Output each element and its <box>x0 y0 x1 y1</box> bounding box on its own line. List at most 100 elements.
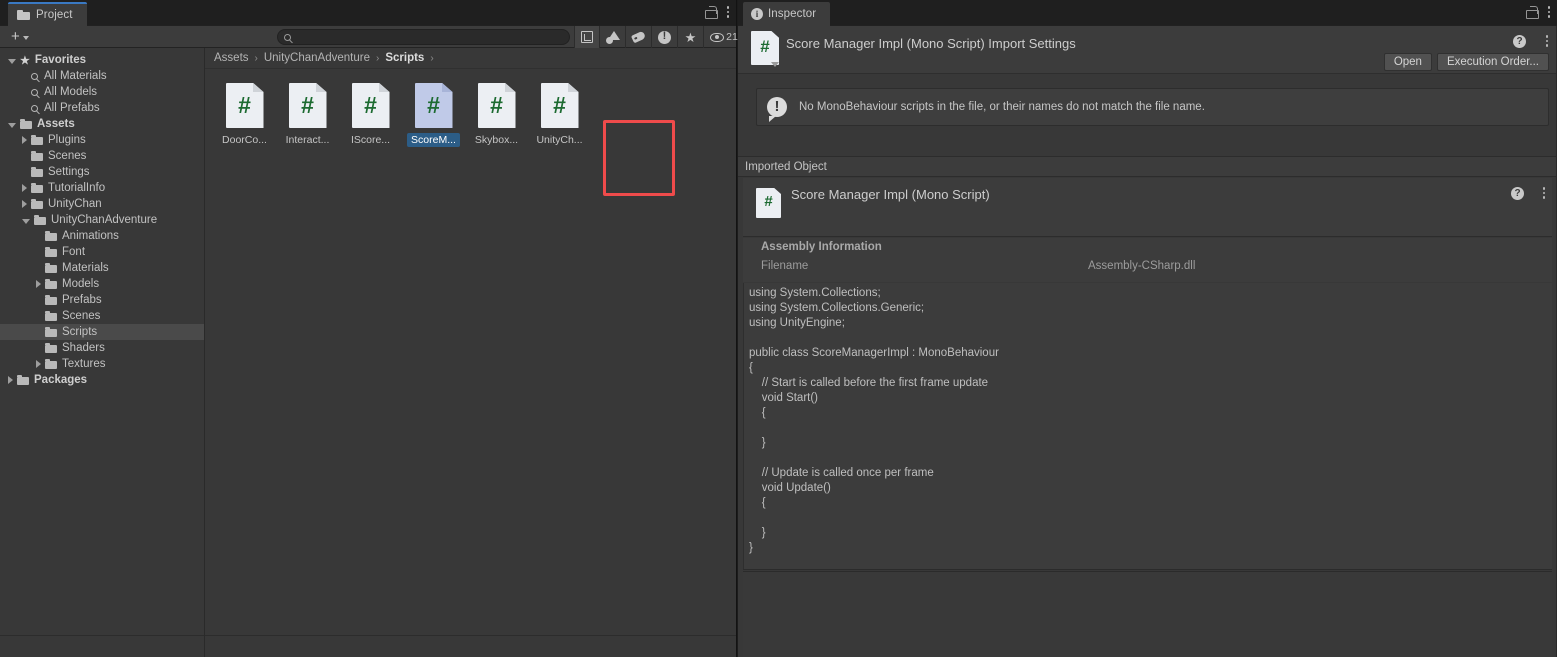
asset-item-label: UnityCh... <box>532 133 586 147</box>
tab-inspector[interactable]: i Inspector <box>743 2 830 26</box>
help-icon[interactable]: ? <box>1511 187 1524 200</box>
folder-icon <box>17 375 29 385</box>
tree-indent-spacer <box>22 88 27 96</box>
tree-item-label: Models <box>62 278 99 290</box>
tree-item-shaders[interactable]: Shaders <box>0 340 204 356</box>
chevron-down-icon[interactable] <box>8 123 16 128</box>
unity-editor-window: Project + ★ <box>0 0 1557 657</box>
chevron-right-icon[interactable] <box>36 360 41 368</box>
folder-icon <box>45 327 57 337</box>
page-title: Score Manager Impl (Mono Script) Import … <box>786 36 1076 51</box>
kebab-menu-icon[interactable] <box>1542 186 1546 200</box>
asset-item[interactable]: #IScore... <box>339 79 402 147</box>
tree-item-packages[interactable]: Packages <box>0 372 204 388</box>
hash-glyph: # <box>289 92 327 118</box>
chevron-right-icon[interactable] <box>22 184 27 192</box>
chevron-down-icon[interactable] <box>22 219 30 224</box>
imported-object-header-label: Imported Object <box>745 161 827 173</box>
search-input[interactable] <box>277 29 570 45</box>
chevron-right-icon[interactable] <box>22 200 27 208</box>
breadcrumb-separator-icon: › <box>255 53 258 64</box>
tree-item-prefabs[interactable]: Prefabs <box>0 292 204 308</box>
search-icon <box>284 34 291 41</box>
folder-icon <box>45 359 57 369</box>
breadcrumb-item-scripts[interactable]: Scripts <box>385 52 424 64</box>
folder-icon <box>31 167 43 177</box>
csharp-script-icon: # <box>541 83 579 128</box>
folder-icon <box>45 343 57 353</box>
asset-item[interactable]: # Interact... <box>276 79 339 147</box>
csharp-script-icon: # <box>478 83 516 128</box>
asset-item[interactable]: #Skybox... <box>465 79 528 147</box>
search-in-window-icon[interactable] <box>574 26 600 48</box>
asset-grid[interactable]: #DoorCo...#Interact...#IScore...#ScoreM.… <box>205 69 736 147</box>
csharp-script-icon: # <box>751 31 779 65</box>
asset-item[interactable]: #ScoreM... <box>402 79 465 147</box>
tree-item-all-models[interactable]: All Models <box>0 84 204 100</box>
inspector-panel: i Inspector # Score Manager Impl (Mono S… <box>738 0 1557 657</box>
tree-item-models[interactable]: Models <box>0 276 204 292</box>
tree-item-scripts[interactable]: Scripts <box>0 324 204 340</box>
tree-item-scenes[interactable]: Scenes <box>0 308 204 324</box>
kebab-menu-icon[interactable] <box>1547 5 1551 19</box>
chevron-right-icon[interactable] <box>36 280 41 288</box>
kebab-menu-icon[interactable] <box>726 5 730 19</box>
asset-type-filter-icon[interactable] <box>600 26 626 48</box>
folder-icon <box>31 183 43 193</box>
breadcrumb-item-assets[interactable]: Assets <box>214 52 249 64</box>
tree-item-plugins[interactable]: Plugins <box>0 132 204 148</box>
tree-item-all-materials[interactable]: All Materials <box>0 68 204 84</box>
folder-icon <box>45 311 57 321</box>
lock-icon[interactable] <box>705 6 716 19</box>
label-tag-filter-icon[interactable] <box>626 26 652 48</box>
breadcrumb-item-unitychanadventure[interactable]: UnityChanAdventure <box>264 52 370 64</box>
favorite-star-filter-icon[interactable]: ★ <box>678 26 704 48</box>
project-tree-pane[interactable]: ★FavoritesAll MaterialsAll ModelsAll Pre… <box>0 48 205 657</box>
tree-item-materials[interactable]: Materials <box>0 260 204 276</box>
plus-icon: + <box>11 30 20 43</box>
tree-item-settings[interactable]: Settings <box>0 164 204 180</box>
tree-item-favorites[interactable]: ★Favorites <box>0 52 204 68</box>
asset-item[interactable]: # UnityCh... <box>528 79 591 147</box>
csharp-script-icon: # <box>352 83 390 128</box>
tree-item-label: TutorialInfo <box>48 182 105 194</box>
tree-item-label: Shaders <box>62 342 105 354</box>
tree-indent-spacer <box>22 72 27 80</box>
create-asset-button[interactable]: + <box>8 28 32 45</box>
tree-item-tutorialinfo[interactable]: TutorialInfo <box>0 180 204 196</box>
tree-item-all-prefabs[interactable]: All Prefabs <box>0 100 204 116</box>
breadcrumb-separator-icon: › <box>376 53 379 64</box>
chevron-right-icon[interactable] <box>8 376 13 384</box>
code-line: { <box>749 496 1552 511</box>
help-icon[interactable]: ? <box>1513 35 1526 48</box>
folder-icon <box>45 279 57 289</box>
project-filter-toolbar: ★ 21 <box>574 26 744 48</box>
warning-filter-icon[interactable] <box>652 26 678 48</box>
tree-item-unitychanadventure[interactable]: UnityChanAdventure <box>0 212 204 228</box>
tab-project[interactable]: Project <box>8 2 87 26</box>
tree-item-assets[interactable]: Assets <box>0 116 204 132</box>
chevron-down-icon[interactable] <box>771 62 779 67</box>
tree-item-scenes[interactable]: Scenes <box>0 148 204 164</box>
tree-item-textures[interactable]: Textures <box>0 356 204 372</box>
code-line: } <box>749 436 1552 451</box>
tree-indent-spacer <box>22 104 27 112</box>
execution-order-button[interactable]: Execution Order... <box>1437 53 1549 71</box>
csharp-script-icon: # <box>226 83 264 128</box>
open-button[interactable]: Open <box>1384 53 1432 71</box>
tree-item-unitychan[interactable]: UnityChan <box>0 196 204 212</box>
lock-icon[interactable] <box>1526 6 1537 19</box>
code-line: using System.Collections; <box>749 286 1552 301</box>
tree-item-animations[interactable]: Animations <box>0 228 204 244</box>
project-grid-pane: Assets›UnityChanAdventure›Scripts› #Door… <box>205 48 736 657</box>
asset-item-label: Interact... <box>282 133 334 147</box>
chevron-right-icon[interactable] <box>22 136 27 144</box>
kebab-menu-icon[interactable] <box>1545 34 1549 48</box>
inspector-action-buttons: Open Execution Order... <box>1384 53 1549 71</box>
info-icon: i <box>751 8 763 20</box>
project-panel: Project + ★ <box>0 0 737 657</box>
tree-item-font[interactable]: Font <box>0 244 204 260</box>
asset-item[interactable]: #DoorCo... <box>213 79 276 147</box>
tree-item-label: UnityChan <box>48 198 102 210</box>
chevron-down-icon[interactable] <box>8 59 16 64</box>
